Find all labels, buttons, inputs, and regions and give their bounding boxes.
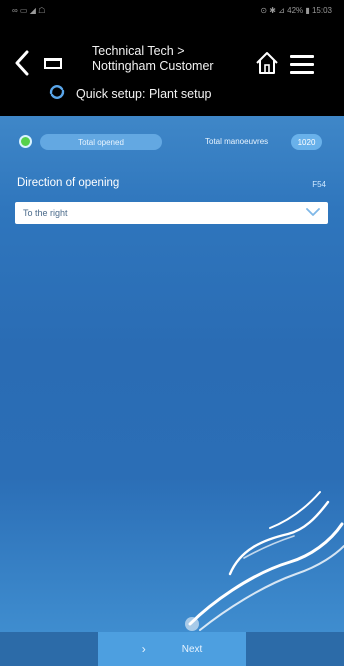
status-row: Total opened Total manoeuvres 1020 — [0, 130, 344, 154]
page-subtitle: Quick setup: Plant setup — [76, 86, 212, 101]
direction-hint: F54 — [312, 180, 326, 189]
maneuvers-count-badge: 1020 — [291, 134, 322, 150]
breadcrumb-line-1: Technical Tech > — [92, 44, 185, 58]
chevron-down-icon — [306, 208, 320, 218]
status-indicator-icon — [19, 135, 32, 148]
direction-select-value: To the right — [23, 208, 68, 218]
breadcrumb-line-2: Nottingham Customer — [92, 59, 214, 73]
home-icon[interactable] — [255, 51, 279, 80]
maneuvers-label: Total manoeuvres — [205, 137, 269, 146]
hamburger-menu-icon[interactable] — [290, 55, 314, 79]
breadcrumb: Technical Tech > Nottingham Customer — [92, 44, 214, 74]
status-left: ∞ ▭ ◢ ☖ — [12, 5, 46, 15]
bottom-bar: › Next — [0, 632, 344, 666]
window-icon[interactable] — [44, 58, 62, 69]
main-panel: Total opened Total manoeuvres 1020 Direc… — [0, 116, 344, 632]
direction-label: Direction of opening — [17, 177, 120, 189]
pointing-hand-icon — [170, 464, 344, 637]
subtitle-row: Quick setup: Plant setup — [48, 84, 212, 103]
status-right: ⊙ ✱ ⊿ 42% ▮ 15:03 — [260, 5, 332, 15]
status-bar: ∞ ▭ ◢ ☖ ⊙ ✱ ⊿ 42% ▮ 15:03 — [0, 0, 344, 20]
status-pill: Total opened — [40, 134, 162, 150]
back-icon[interactable] — [14, 50, 30, 81]
next-label: Next — [181, 643, 203, 655]
setup-cycle-icon — [48, 84, 66, 103]
chevron-right-icon: › — [141, 642, 146, 656]
direction-select[interactable]: To the right — [15, 202, 328, 224]
app-header: Technical Tech > Nottingham Customer Qui… — [0, 20, 344, 116]
next-button[interactable]: › Next — [98, 632, 246, 666]
